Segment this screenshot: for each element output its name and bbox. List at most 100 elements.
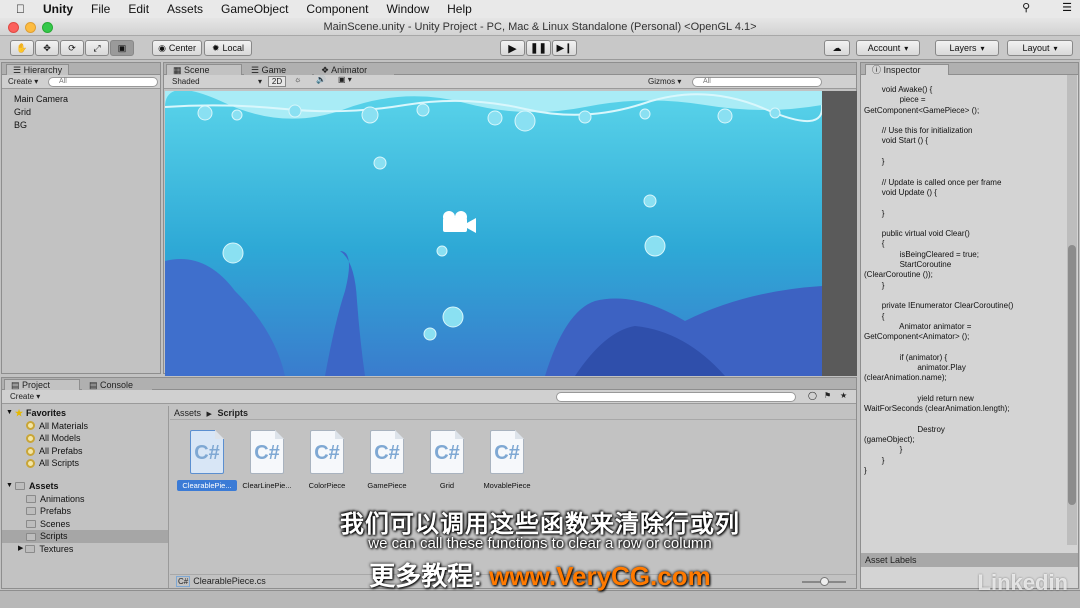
step-button[interactable]: ▶❙ xyxy=(552,40,577,56)
zoom-window-button[interactable] xyxy=(42,22,53,33)
folder-icon xyxy=(14,482,25,491)
unity-toolbar: ✋ ✥ ⟳ ⤢ ▣ ◉ Center ✹ Local ▶ ❚❚ ▶❙ ☁ Accou… xyxy=(0,36,1080,60)
menu-window[interactable]: Window xyxy=(386,2,429,16)
breadcrumb-scripts[interactable]: Scripts xyxy=(217,408,248,418)
asset-file[interactable]: C# ClearablePie... xyxy=(177,430,237,491)
hierarchy-search-input[interactable]: All xyxy=(48,77,158,87)
tree-all-prefabs[interactable]: All Prefabs xyxy=(2,445,168,458)
tree-all-models[interactable]: All Models xyxy=(2,432,168,445)
pivot-center-button[interactable]: ◉ Center xyxy=(152,40,202,56)
linkedin-logo-text: Linkedin xyxy=(977,570,1068,595)
scene-search-input[interactable]: All xyxy=(692,77,822,87)
menu-file[interactable]: File xyxy=(91,2,110,16)
tree-all-materials[interactable]: All Materials xyxy=(2,420,168,433)
tree-assets[interactable]: ▼ Assets xyxy=(2,480,168,493)
hierarchy-search-placeholder: All xyxy=(59,78,67,85)
hand-tool-button[interactable]: ✋ xyxy=(10,40,34,56)
asset-file[interactable]: C# ClearLinePie... xyxy=(237,430,297,491)
cloud-icon[interactable]: ☁ xyxy=(824,40,850,56)
layout-label: Layout xyxy=(1022,43,1050,53)
layers-label: Layers xyxy=(949,43,977,53)
scale-tool-button[interactable]: ⤢ xyxy=(85,40,109,56)
tree-favorites[interactable]: ▼ ★ Favorites xyxy=(2,407,168,420)
console-tab-label: Console xyxy=(100,380,134,390)
asset-file[interactable]: C# GamePiece xyxy=(357,430,417,491)
scene-tab-icon: ▦ xyxy=(173,65,185,75)
script-source-preview: void Awake() { piece = GetComponent<Game… xyxy=(864,85,1014,475)
tab-hierarchy[interactable]: ☰ Hierarchy xyxy=(6,64,70,75)
inspector-scrollbar[interactable] xyxy=(1067,75,1077,545)
search-folder-icon xyxy=(26,433,35,443)
csharp-script-icon: C# xyxy=(430,430,464,474)
inspector-scroll-thumb[interactable] xyxy=(1068,245,1076,505)
asset-file-label: Grid xyxy=(439,481,455,490)
csharp-script-icon: C# xyxy=(250,430,284,474)
subtitle-english: we can call these functions to clear a r… xyxy=(368,535,712,552)
menu-help[interactable]: Help xyxy=(447,2,472,16)
all-prefabs-label: All Prefabs xyxy=(39,445,83,456)
breadcrumb-assets[interactable]: Assets xyxy=(174,408,201,418)
pause-button[interactable]: ❚❚ xyxy=(526,40,551,56)
scene-dark-margin xyxy=(822,91,857,376)
pivot-icon: ◉ xyxy=(158,42,166,53)
minimize-window-button[interactable] xyxy=(25,22,36,33)
rect-tool-button[interactable]: ▣ xyxy=(110,40,134,56)
asset-file-label: GamePiece xyxy=(367,481,407,490)
project-create-button[interactable]: Create ▾ xyxy=(10,392,40,401)
spotlight-icon[interactable]: ⚲ xyxy=(1022,1,1030,14)
space-local-button[interactable]: ✹ Local xyxy=(204,40,252,56)
menu-app-name[interactable]: Unity xyxy=(43,2,73,16)
apple-icon[interactable]:  xyxy=(16,2,25,16)
toggle-2d-button[interactable]: 2D xyxy=(268,76,286,87)
asset-file[interactable]: C# Grid xyxy=(417,430,477,491)
hierarchy-item-grid[interactable]: Grid xyxy=(2,106,160,119)
menu-assets[interactable]: Assets xyxy=(167,2,203,16)
play-button[interactable]: ▶ xyxy=(500,40,525,56)
window-titlebar: MainScene.unity - Unity Project - PC, Ma… xyxy=(0,18,1080,36)
move-tool-button[interactable]: ✥ xyxy=(35,40,59,56)
project-folder-icon: ▤ xyxy=(11,380,23,390)
menu-gameobject[interactable]: GameObject xyxy=(221,2,288,16)
tab-scene[interactable]: ▦ Scene xyxy=(166,64,242,75)
filter-by-label-icon[interactable]: ⚑ xyxy=(824,391,831,400)
asset-file[interactable]: C# MovablePiece xyxy=(477,430,537,491)
tab-inspector[interactable]: ⓘ Inspector xyxy=(865,64,949,75)
tree-all-scripts[interactable]: All Scripts xyxy=(2,457,168,470)
scene-viewport[interactable] xyxy=(165,91,822,376)
effects-icon[interactable]: ▣ ▾ xyxy=(338,75,352,84)
animator-tab-label: Animator xyxy=(331,65,368,75)
all-scripts-label: All Scripts xyxy=(39,458,80,469)
tab-project[interactable]: ▤ Project xyxy=(4,379,80,390)
rotate-tool-button[interactable]: ⟳ xyxy=(60,40,84,56)
asset-file[interactable]: C# ColorPiece xyxy=(297,430,357,491)
tab-console[interactable]: ▤ Console xyxy=(82,379,152,390)
menu-component[interactable]: Component xyxy=(306,2,368,16)
shading-dropdown[interactable]: Shaded ▾ xyxy=(172,77,262,86)
all-models-label: All Models xyxy=(39,433,81,444)
hierarchy-create-button[interactable]: Create ▾ xyxy=(8,77,38,86)
hierarchy-create-label: Create xyxy=(8,77,33,86)
all-materials-label: All Materials xyxy=(39,420,89,431)
tab-game[interactable]: ☰ Game xyxy=(244,64,312,75)
favorite-icon[interactable]: ★ xyxy=(840,391,847,400)
layout-dropdown[interactable]: Layout xyxy=(1007,40,1073,56)
account-dropdown[interactable]: Account xyxy=(856,40,920,56)
gizmos-dropdown[interactable]: Gizmos ▾ xyxy=(648,77,681,86)
audio-icon[interactable]: 🔊 xyxy=(316,75,326,84)
project-breadcrumb: Assets ▶ Scripts xyxy=(170,406,856,420)
hierarchy-item-bg[interactable]: BG xyxy=(2,119,160,132)
hierarchy-item-main-camera[interactable]: Main Camera xyxy=(2,93,160,106)
local-icon: ✹ xyxy=(211,42,220,53)
info-icon: ⓘ xyxy=(872,65,884,75)
asset-file-label: MovablePiece xyxy=(483,481,531,490)
menu-list-icon[interactable]: ☰ xyxy=(1062,1,1072,14)
window-title: MainScene.unity - Unity Project - PC, Ma… xyxy=(323,21,757,33)
promo-label: 更多教程: xyxy=(369,561,482,591)
layers-dropdown[interactable]: Layers xyxy=(935,40,999,56)
lighting-icon[interactable]: ☼ xyxy=(294,75,301,84)
menu-edit[interactable]: Edit xyxy=(128,2,149,16)
close-window-button[interactable] xyxy=(8,22,19,33)
filter-by-type-icon[interactable]: ◯ xyxy=(808,391,817,400)
tab-animator[interactable]: ❖ Animator xyxy=(314,64,394,75)
project-search-input[interactable] xyxy=(556,392,796,402)
